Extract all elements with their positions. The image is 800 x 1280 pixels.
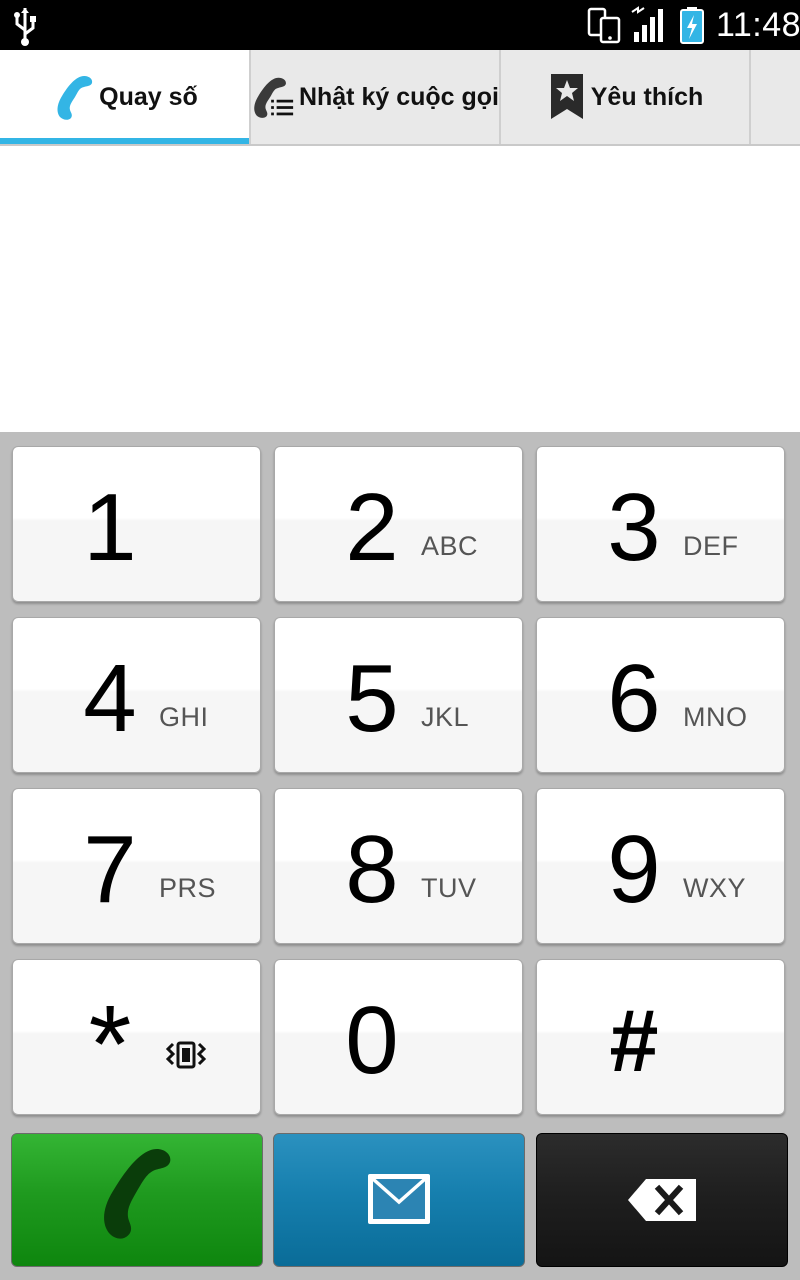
key-3[interactable]: 3 DEF xyxy=(536,446,785,602)
tab-dialer[interactable]: Quay số xyxy=(0,50,251,144)
key-digit: 0 xyxy=(345,987,399,1094)
key-digit: 1 xyxy=(83,474,137,581)
call-button[interactable] xyxy=(11,1133,263,1267)
number-display[interactable] xyxy=(0,146,800,432)
key-4[interactable]: 4 GHI xyxy=(12,617,261,773)
key-6[interactable]: 6 MNO xyxy=(536,617,785,773)
tab-favorites[interactable]: Yêu thích xyxy=(501,50,751,144)
key-1[interactable]: 1 xyxy=(12,446,261,602)
backspace-icon xyxy=(628,1179,696,1221)
call-log-icon xyxy=(254,77,294,118)
tab-overflow[interactable] xyxy=(751,50,800,144)
envelope-icon xyxy=(368,1174,430,1224)
backspace-button[interactable] xyxy=(536,1133,788,1267)
phone-handset-icon xyxy=(57,76,93,120)
key-digit: 4 xyxy=(83,645,137,752)
vibrate-icon xyxy=(165,1041,207,1069)
key-hash[interactable]: # xyxy=(536,959,785,1115)
tab-call-log-label: Nhật ký cuộc gọi xyxy=(298,82,499,111)
key-letters: PRS xyxy=(159,873,217,903)
key-letters: DEF xyxy=(683,531,739,561)
key-digit: 7 xyxy=(83,816,137,923)
key-star[interactable]: * xyxy=(12,959,261,1115)
key-letters: GHI xyxy=(159,702,209,732)
key-letters: JKL xyxy=(421,702,470,732)
key-digit: # xyxy=(609,991,659,1090)
key-digit: 6 xyxy=(607,645,661,752)
signal-icon xyxy=(631,6,663,42)
key-digit: 2 xyxy=(345,474,399,581)
key-digit: 3 xyxy=(607,474,661,581)
key-0[interactable]: 0 xyxy=(274,959,523,1115)
active-tab-indicator xyxy=(0,138,249,144)
key-2[interactable]: 2 ABC xyxy=(274,446,523,602)
key-digit: 5 xyxy=(345,645,399,752)
key-letters: TUV xyxy=(421,873,477,903)
message-button[interactable] xyxy=(273,1133,525,1267)
dialpad: 1 2 ABC 3 DEF 4 GHI 5 JKL 6 MNO 7 PRS 8 … xyxy=(0,432,800,1280)
phone-call-icon xyxy=(104,1149,171,1239)
key-9[interactable]: 9 WXY xyxy=(536,788,785,944)
tab-favorites-label: Yêu thích xyxy=(590,82,704,111)
status-bar: 11:48 xyxy=(0,0,800,50)
key-letters: ABC xyxy=(421,531,479,561)
key-7[interactable]: 7 PRS xyxy=(12,788,261,944)
phone-sync-icon xyxy=(587,7,621,44)
key-5[interactable]: 5 JKL xyxy=(274,617,523,773)
key-letters: WXY xyxy=(683,873,747,903)
key-digit: 8 xyxy=(345,816,399,923)
key-digit: * xyxy=(88,983,132,1106)
tab-bar: Quay số Nhật ký cuộc gọi Yêu thích xyxy=(0,50,800,146)
tab-call-log[interactable]: Nhật ký cuộc gọi xyxy=(251,50,501,144)
key-letters: MNO xyxy=(683,702,748,732)
bookmark-star-icon xyxy=(550,74,583,119)
usb-icon xyxy=(14,8,36,46)
key-digit: 9 xyxy=(607,816,661,923)
status-clock: 11:48 xyxy=(716,6,800,44)
tab-dialer-label: Quay số xyxy=(99,82,198,111)
key-8[interactable]: 8 TUV xyxy=(274,788,523,944)
battery-charging-icon xyxy=(680,7,704,44)
